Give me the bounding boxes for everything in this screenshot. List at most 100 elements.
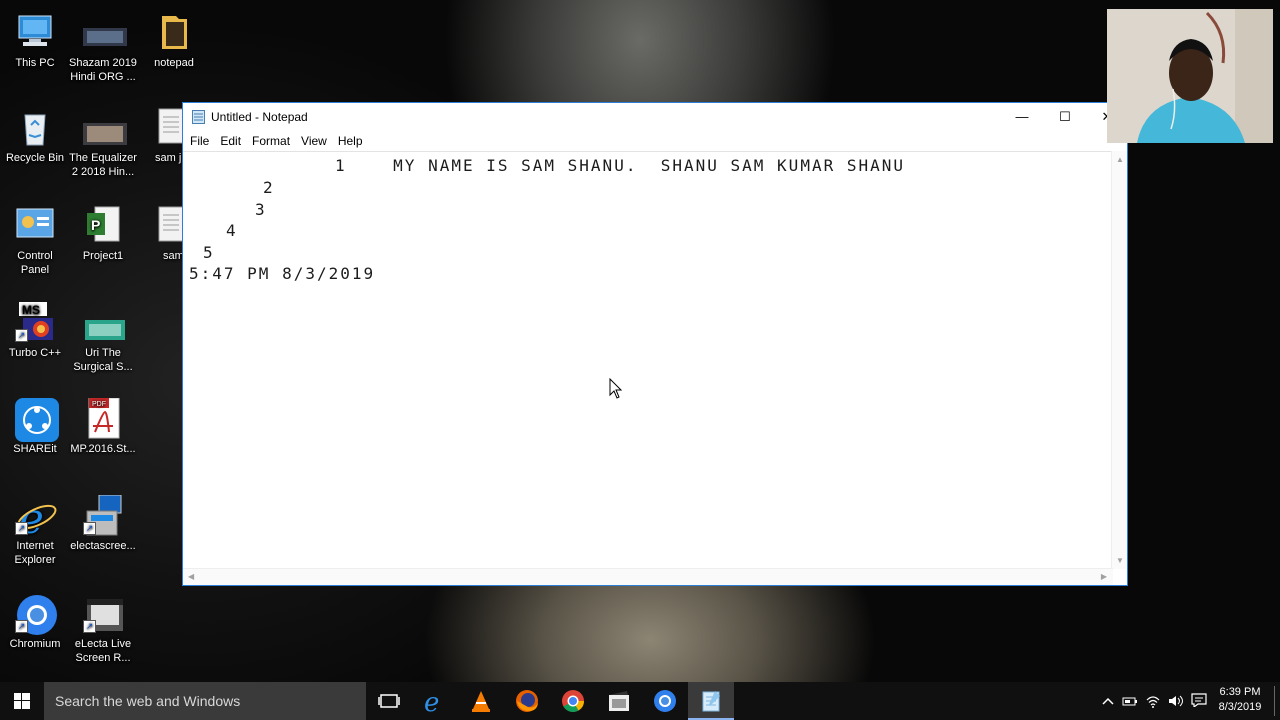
horizontal-scrollbar[interactable]: ◀ ▶ [183,568,1113,585]
control-panel-icon [15,205,55,245]
text-line-4: 4 [226,221,238,240]
desktop-icon-mp-pdf[interactable]: PDF MP.2016.St... [68,397,138,456]
video-file-icon [83,12,127,52]
desktop-icon-chromium[interactable]: ↗ Chromium [0,593,70,651]
desktop-icon-shareit[interactable]: SHAREit [0,398,70,456]
notepad-window[interactable]: Untitled - Notepad — ☐ ✕ FileEditFormatV… [182,102,1128,586]
internet-explorer-icon: e ↗ [15,494,57,543]
desktop-icon-internet-explorer[interactable]: e ↗ Internet Explorer [0,494,70,567]
vlc-icon [472,691,490,712]
system-clock[interactable]: 6:39 PM 8/3/2019 [1212,685,1268,715]
svg-text:MS: MS [22,303,40,317]
desktop-icon-label: eLecta Live Screen R... [74,638,132,664]
webcam-overlay [1107,9,1273,143]
menu-format[interactable]: Format [248,132,294,151]
chromium-icon [654,690,676,712]
video-file-icon [83,107,127,147]
video-file-icon: ↗ [83,593,123,633]
desktop-icon-notepad-folder[interactable]: notepad [139,12,209,70]
search-box[interactable]: Search the web and Windows [44,682,366,720]
taskbar-video-editor-button[interactable] [596,682,642,720]
desktop-icon-turbo-cpp[interactable]: MS ↗ Turbo C++ [0,302,70,360]
task-view-button[interactable] [366,682,412,720]
chromium-icon: ↗ [15,593,57,635]
taskbar: Search the web and Windows e 6:39 PM 8/3… [0,682,1280,720]
clock-date: 8/3/2019 [1218,701,1262,713]
scroll-up-icon[interactable]: ▲ [1116,155,1124,164]
svg-text:e: e [424,689,439,713]
menu-view[interactable]: View [297,132,331,151]
svg-text:PDF: PDF [92,401,106,408]
window-title: Untitled - Notepad [211,110,308,124]
desktop-icon-electa-live[interactable]: ↗ eLecta Live Screen R... [68,593,138,665]
taskbar-notepad-button[interactable] [688,682,734,720]
maximize-button[interactable]: ☐ [1043,103,1087,131]
menu-file[interactable]: File [186,132,213,151]
desktop-icon-project1[interactable]: P Project1 [68,205,138,263]
edge-icon: e [424,689,439,713]
text-editor-area[interactable]: 1 MY NAME IS SAM SHANU. SHANU SAM KUMAR … [183,151,1113,570]
minimize-button[interactable]: — [1000,103,1044,131]
video-file-icon [83,302,125,342]
text-line-6: 5:47 PM 8/3/2019 [189,264,376,283]
webcam-person-image [1107,9,1273,143]
firefox-icon [516,690,538,712]
desktop-icon-label: notepad [154,57,194,69]
desktop-icon-label: Control Panel [17,250,53,276]
taskbar-firefox-button[interactable] [504,682,550,720]
desktop-icon-control-panel[interactable]: Control Panel [0,205,70,277]
text-line-1: 1 MY NAME IS SAM SHANU. SHANU SAM KUMAR … [335,156,906,175]
desktop-icon-shazam[interactable]: Shazam 2019 Hindi ORG ... [68,12,138,84]
desktop-icon-label: Recycle Bin [5,152,65,164]
scroll-down-icon[interactable]: ▼ [1116,556,1124,565]
vertical-scrollbar[interactable]: ▲ ▼ [1111,151,1127,569]
battery-icon[interactable] [1122,694,1138,708]
shortcut-arrow-icon: ↗ [83,620,96,633]
desktop-icon-sam[interactable]: sam [139,205,184,263]
desktop-icon-label: electascree... [70,540,136,552]
desktop-icon-label: Turbo C++ [8,347,62,359]
installer-icon: ↗ [83,494,123,536]
recycle-bin-icon [15,107,55,147]
menu-edit[interactable]: Edit [216,132,245,151]
notepad-icon [702,691,720,712]
notepad-app-icon [192,109,205,124]
this-pc-icon [15,12,55,52]
notepad-title-bar[interactable]: Untitled - Notepad — ☐ ✕ [183,103,1127,131]
desktop-icon-recycle-bin[interactable]: Recycle Bin [0,107,70,165]
text-line-2: 2 [263,178,275,197]
taskbar-edge-button[interactable]: e [412,682,458,720]
shortcut-arrow-icon: ↗ [15,329,28,342]
shareit-icon [15,398,59,442]
taskbar-vlc-button[interactable] [458,682,504,720]
desktop-icon-label: This PC [15,57,55,69]
menu-help[interactable]: Help [334,132,367,151]
notifications-icon[interactable] [1191,693,1207,707]
desktop-icon-label: The Equalizer 2 2018 Hin... [69,152,137,178]
chrome-icon [562,690,584,712]
desktop-icon-label: SHAREit [13,443,57,455]
text-line-3: 3 [255,200,267,219]
desktop-icon-label: Project1 [82,250,124,262]
desktop-icon-electascree[interactable]: ↗ electascree... [68,494,138,553]
text-line-5: 5 [203,243,215,262]
show-desktop-button[interactable] [1274,686,1275,716]
scroll-right-icon[interactable]: ▶ [1101,572,1107,581]
volume-icon[interactable] [1167,694,1183,708]
desktop-icon-equalizer[interactable]: The Equalizer 2 2018 Hin... [68,107,138,179]
pdf-icon: PDF [83,397,123,439]
mouse-cursor-icon [609,378,623,399]
video-editor-icon [609,691,629,711]
taskbar-chrome-button[interactable] [550,682,596,720]
wifi-icon[interactable] [1145,694,1161,708]
shortcut-arrow-icon: ↗ [15,522,28,535]
show-hidden-icons-chevron-icon[interactable] [1100,694,1116,708]
desktop-icon-uri[interactable]: Uri The Surgical S... [68,302,138,374]
desktop-icon-sam-j[interactable]: sam j [139,107,184,165]
desktop-icon-this-pc[interactable]: This PC [0,12,70,70]
folder-icon [154,12,194,52]
scroll-left-icon[interactable]: ◀ [188,572,194,581]
desktop-icon-label: Chromium [9,638,61,650]
taskbar-chromium-button[interactable] [642,682,688,720]
start-button[interactable] [0,682,44,720]
